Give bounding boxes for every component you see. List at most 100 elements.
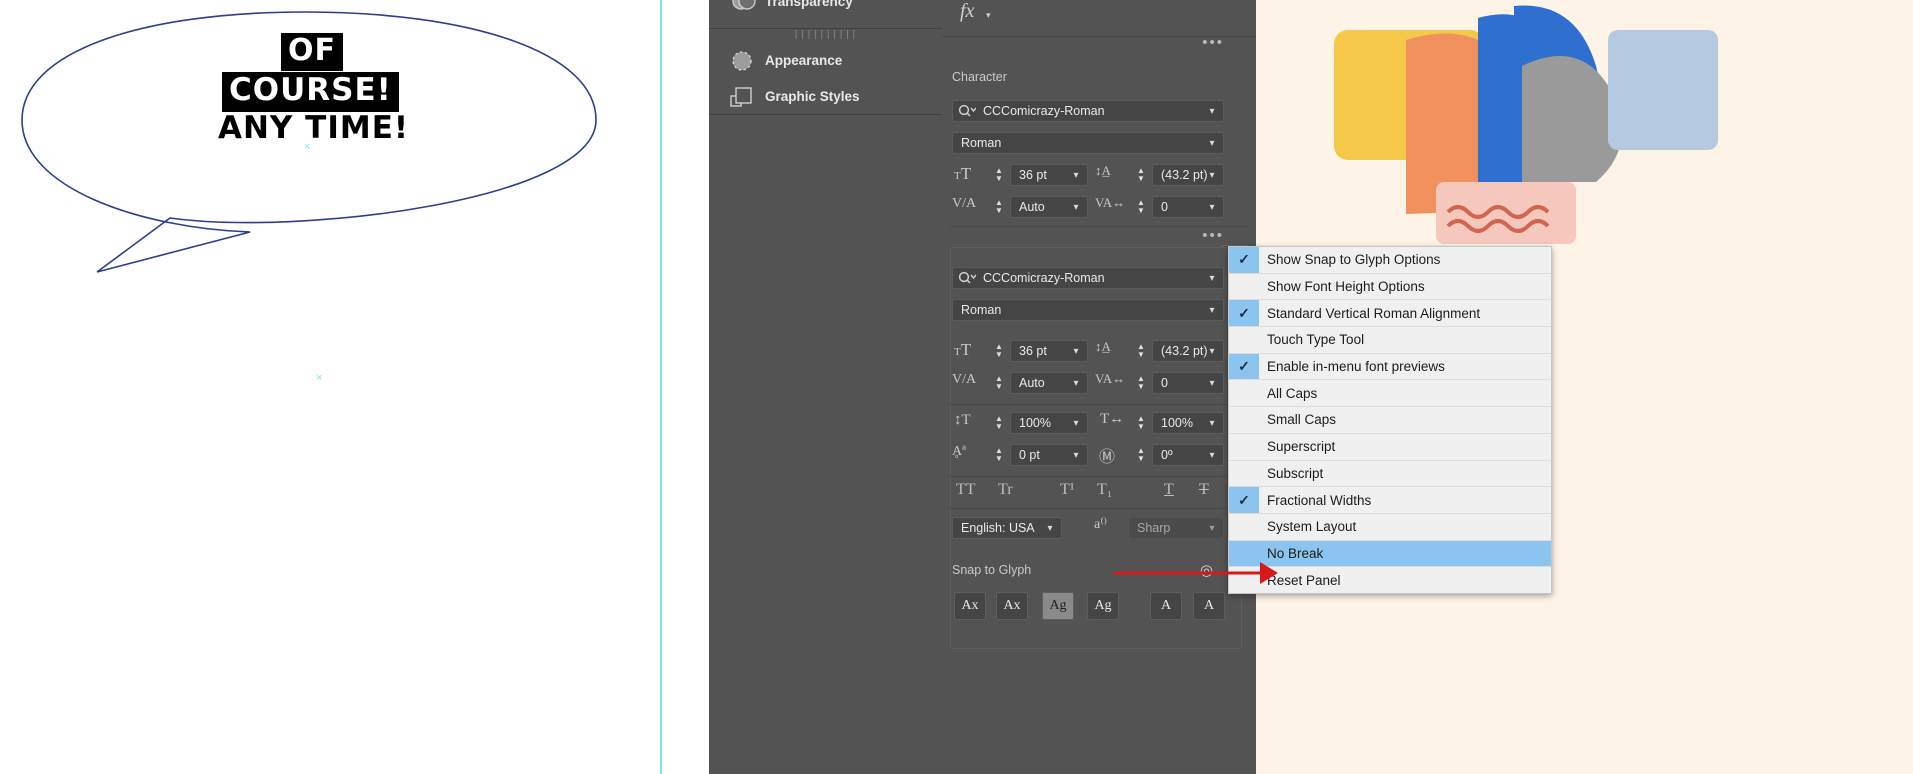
leading-field[interactable]: (43.2 pt) ▾ <box>1152 340 1224 362</box>
font-size-field-top[interactable]: 36 pt ▾ <box>1010 164 1088 186</box>
rotation-field[interactable]: 0º ▾ <box>1152 444 1224 466</box>
chevron-down-icon[interactable]: ▾ <box>1201 518 1223 538</box>
chevron-down-icon[interactable]: ▾ <box>1201 197 1223 217</box>
chevron-down-icon[interactable]: ▾ <box>986 10 991 21</box>
font-size-stepper[interactable]: ▲ ▼ <box>990 164 1008 186</box>
all-caps-button[interactable]: TT <box>956 481 976 499</box>
font-size-icon: TT <box>954 340 972 359</box>
leading-field-top[interactable]: (43.2 pt) ▾ <box>1152 164 1224 186</box>
chevron-down-icon[interactable]: ▾ <box>1201 413 1223 433</box>
chevron-down-icon[interactable]: ▾ <box>1201 341 1223 361</box>
font-style-field[interactable]: Roman ▾ <box>952 299 1224 321</box>
horizontal-scale-field[interactable]: 100% ▾ <box>1152 412 1224 434</box>
check-icon: ✓ <box>1229 300 1259 327</box>
menu-item-fractional-widths[interactable]: ✓ Fractional Widths <box>1229 487 1551 514</box>
baseline-shift-value: 0 pt <box>1019 448 1040 462</box>
menu-item-show-snap-to-glyph-options[interactable]: ✓ Show Snap to Glyph Options <box>1229 247 1551 274</box>
tracking-stepper[interactable]: ▲ ▼ <box>1132 372 1150 394</box>
artboard-canvas[interactable]: OF COURSE! ANY TIME! × × <box>0 0 662 774</box>
snap-glyph-button-1[interactable]: Ax <box>996 592 1028 620</box>
panel-divider <box>950 476 1248 477</box>
panel-divider <box>709 114 942 115</box>
search-icon[interactable] <box>953 101 981 121</box>
menu-item-label: All Caps <box>1267 385 1318 401</box>
chevron-down-icon[interactable]: ▾ <box>1065 445 1087 465</box>
vertical-scale-stepper[interactable]: ▲ ▼ <box>990 412 1008 434</box>
chevron-down-icon[interactable]: ▾ <box>1201 300 1223 320</box>
small-caps-button[interactable]: Tr <box>998 481 1013 499</box>
chevron-down-icon[interactable]: ▾ <box>1065 165 1087 185</box>
chevron-down-icon[interactable]: ▾ <box>1201 445 1223 465</box>
tracking-field[interactable]: 0 ▾ <box>1152 372 1224 394</box>
tracking-value: 0 <box>1161 376 1168 390</box>
horizontal-scale-icon: T↔ <box>1100 411 1125 427</box>
vertical-scale-field[interactable]: 100% ▾ <box>1010 412 1088 434</box>
panel-grip-handle[interactable]: |||||||||| <box>709 29 942 42</box>
baseline-shift-stepper[interactable]: ▲ ▼ <box>990 444 1008 466</box>
chevron-down-icon[interactable]: ▾ <box>1201 133 1223 153</box>
rotation-stepper[interactable]: ▲ ▼ <box>1132 444 1150 466</box>
panel-divider <box>950 508 1248 509</box>
superscript-button[interactable]: T¹ <box>1060 481 1075 499</box>
tracking-field-top[interactable]: 0 ▾ <box>1152 196 1224 218</box>
sidebar-item-appearance[interactable]: Appearance <box>709 42 942 78</box>
chevron-down-icon[interactable]: ▾ <box>1065 413 1087 433</box>
font-family-value-top: CCComicrazy-Roman <box>983 104 1105 118</box>
search-icon[interactable] <box>953 268 981 288</box>
menu-item-touch-type-tool[interactable]: Touch Type Tool <box>1229 327 1551 354</box>
chevron-down-icon[interactable]: ▾ <box>1065 197 1087 217</box>
chevron-down-icon[interactable]: ▾ <box>1039 518 1061 538</box>
font-style-field-top[interactable]: Roman ▾ <box>952 132 1224 154</box>
font-family-field[interactable]: CCComicrazy-Roman ▾ <box>952 267 1224 289</box>
menu-item-standard-vertical-roman-alignment[interactable]: ✓ Standard Vertical Roman Alignment <box>1229 300 1551 328</box>
strikethrough-button[interactable]: T <box>1199 481 1209 499</box>
leading-stepper[interactable]: ▲ ▼ <box>1132 164 1150 186</box>
font-size-field[interactable]: 36 pt ▾ <box>1010 340 1088 362</box>
menu-item-subscript[interactable]: Subscript <box>1229 461 1551 488</box>
sidebar-item-transparency[interactable]: Transparency <box>709 0 942 28</box>
language-field[interactable]: English: USA ▾ <box>952 517 1062 539</box>
character-panel-flyout-menu[interactable]: ✓ Show Snap to Glyph Options Show Font Hei… <box>1228 246 1552 594</box>
baseline-shift-icon: Ḁª <box>952 444 966 459</box>
font-size-icon: TT <box>954 164 972 183</box>
panel-options-dots-inner[interactable]: ••• <box>1202 228 1224 243</box>
font-family-field-top[interactable]: CCComicrazy-Roman ▾ <box>952 100 1224 122</box>
menu-item-show-font-height-options[interactable]: Show Font Height Options <box>1229 274 1551 301</box>
menu-item-label: Fractional Widths <box>1267 492 1372 508</box>
kerning-field[interactable]: Auto ▾ <box>1010 372 1088 394</box>
leading-icon: ↕A̲ <box>1095 339 1111 354</box>
anti-alias-field[interactable]: Sharp ▾ <box>1128 517 1224 539</box>
tracking-icon: VA↔ <box>1095 371 1126 386</box>
chevron-down-icon[interactable]: ▾ <box>1201 101 1223 121</box>
baseline-shift-field[interactable]: 0 pt ▾ <box>1010 444 1088 466</box>
language-value: English: USA <box>961 521 1035 535</box>
menu-item-system-layout[interactable]: System Layout <box>1229 514 1551 541</box>
graphic-styles-icon <box>729 84 755 110</box>
chevron-down-icon[interactable]: ▾ <box>1065 373 1087 393</box>
menu-item-enable-in-menu-font-previews[interactable]: ✓ Enable in-menu font previews <box>1229 353 1551 381</box>
chevron-down-icon[interactable]: ▾ <box>1201 165 1223 185</box>
fx-icon[interactable]: fx <box>960 0 974 23</box>
subscript-button[interactable]: T₁ <box>1097 481 1112 499</box>
chevron-down-icon[interactable]: ▾ <box>1065 341 1087 361</box>
chevron-down-icon[interactable]: ▾ <box>1201 373 1223 393</box>
panel-divider <box>950 404 1248 405</box>
menu-item-label: Superscript <box>1267 439 1336 455</box>
chevron-down-icon[interactable]: ▾ <box>1201 268 1223 288</box>
leading-stepper[interactable]: ▲ ▼ <box>1132 340 1150 362</box>
kerning-field-top[interactable]: Auto ▾ <box>1010 196 1088 218</box>
sidebar-item-graphic-styles[interactable]: Graphic Styles <box>709 78 942 114</box>
snap-glyph-button-0[interactable]: Ax <box>954 592 986 620</box>
kerning-stepper[interactable]: ▲ ▼ <box>990 372 1008 394</box>
vertical-scale-value: 100% <box>1019 416 1051 430</box>
menu-item-small-caps[interactable]: Small Caps <box>1229 407 1551 434</box>
tracking-stepper[interactable]: ▲ ▼ <box>1132 196 1150 218</box>
font-size-stepper[interactable]: ▲ ▼ <box>990 340 1008 362</box>
snap-glyph-button-2[interactable]: Ag <box>1042 592 1074 620</box>
panel-options-dots-top[interactable]: ••• <box>1202 35 1224 50</box>
menu-item-superscript[interactable]: Superscript <box>1229 434 1551 461</box>
kerning-stepper[interactable]: ▲ ▼ <box>990 196 1008 218</box>
horizontal-scale-stepper[interactable]: ▲ ▼ <box>1132 412 1150 434</box>
underline-button[interactable]: T <box>1164 481 1174 499</box>
menu-item-all-caps[interactable]: All Caps <box>1229 380 1551 408</box>
